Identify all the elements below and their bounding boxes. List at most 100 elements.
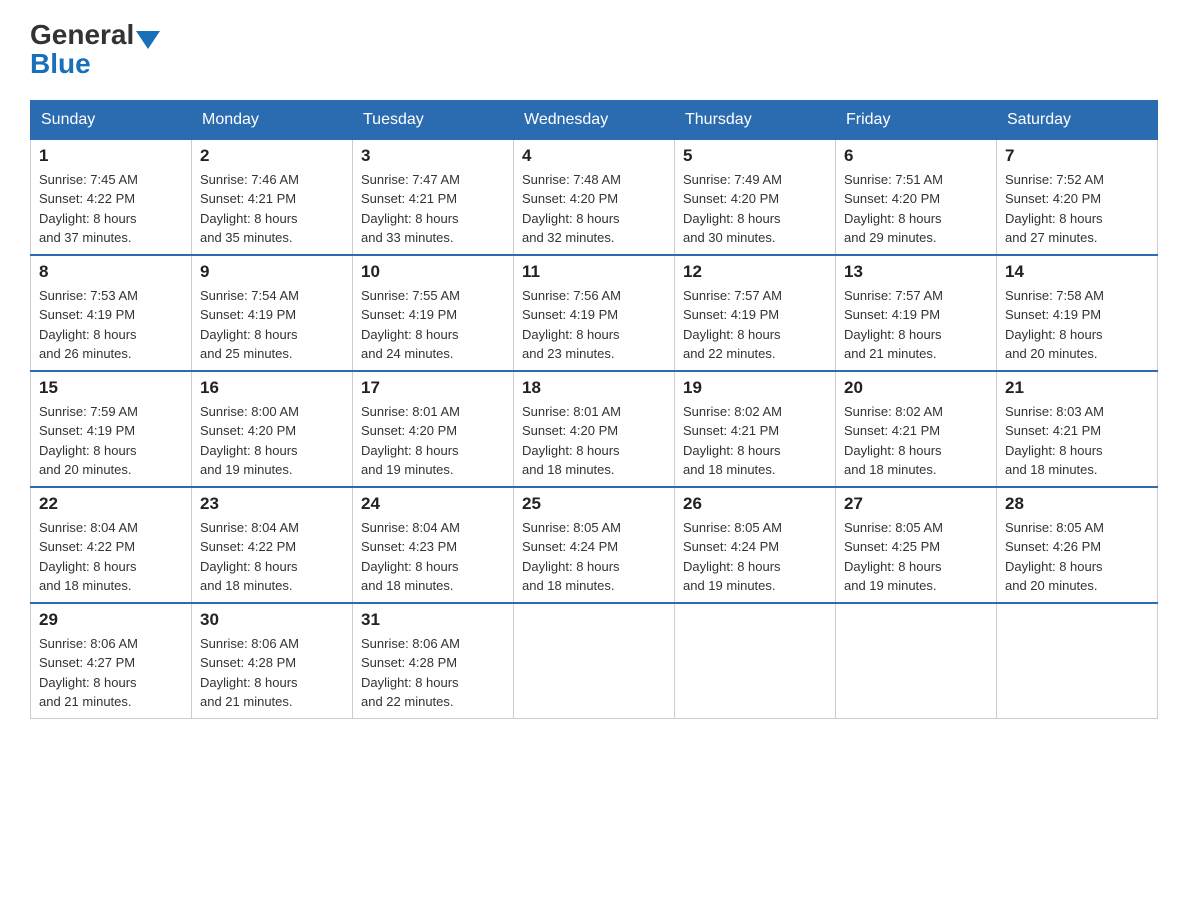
day-info: Sunrise: 8:04 AMSunset: 4:22 PMDaylight:… bbox=[200, 518, 344, 596]
day-number: 11 bbox=[522, 262, 666, 282]
calendar-day-cell: 10 Sunrise: 7:55 AMSunset: 4:19 PMDaylig… bbox=[353, 255, 514, 371]
day-number: 20 bbox=[844, 378, 988, 398]
weekday-header-thursday: Thursday bbox=[675, 100, 836, 139]
logo-general-text: General bbox=[30, 20, 134, 51]
day-number: 8 bbox=[39, 262, 183, 282]
calendar-day-cell: 27 Sunrise: 8:05 AMSunset: 4:25 PMDaylig… bbox=[836, 487, 997, 603]
calendar-day-cell: 19 Sunrise: 8:02 AMSunset: 4:21 PMDaylig… bbox=[675, 371, 836, 487]
day-number: 6 bbox=[844, 146, 988, 166]
calendar-empty-cell bbox=[836, 603, 997, 719]
day-number: 1 bbox=[39, 146, 183, 166]
calendar-day-cell: 20 Sunrise: 8:02 AMSunset: 4:21 PMDaylig… bbox=[836, 371, 997, 487]
day-info: Sunrise: 7:48 AMSunset: 4:20 PMDaylight:… bbox=[522, 170, 666, 248]
day-number: 26 bbox=[683, 494, 827, 514]
weekday-header-wednesday: Wednesday bbox=[514, 100, 675, 139]
day-number: 23 bbox=[200, 494, 344, 514]
day-info: Sunrise: 7:57 AMSunset: 4:19 PMDaylight:… bbox=[683, 286, 827, 364]
calendar-day-cell: 17 Sunrise: 8:01 AMSunset: 4:20 PMDaylig… bbox=[353, 371, 514, 487]
day-info: Sunrise: 8:06 AMSunset: 4:28 PMDaylight:… bbox=[200, 634, 344, 712]
calendar-day-cell: 9 Sunrise: 7:54 AMSunset: 4:19 PMDayligh… bbox=[192, 255, 353, 371]
day-info: Sunrise: 7:49 AMSunset: 4:20 PMDaylight:… bbox=[683, 170, 827, 248]
calendar-day-cell: 4 Sunrise: 7:48 AMSunset: 4:20 PMDayligh… bbox=[514, 139, 675, 255]
calendar-day-cell: 13 Sunrise: 7:57 AMSunset: 4:19 PMDaylig… bbox=[836, 255, 997, 371]
calendar-day-cell: 23 Sunrise: 8:04 AMSunset: 4:22 PMDaylig… bbox=[192, 487, 353, 603]
calendar-day-cell: 24 Sunrise: 8:04 AMSunset: 4:23 PMDaylig… bbox=[353, 487, 514, 603]
calendar-table: SundayMondayTuesdayWednesdayThursdayFrid… bbox=[30, 100, 1158, 719]
weekday-header-friday: Friday bbox=[836, 100, 997, 139]
weekday-header-monday: Monday bbox=[192, 100, 353, 139]
calendar-day-cell: 2 Sunrise: 7:46 AMSunset: 4:21 PMDayligh… bbox=[192, 139, 353, 255]
calendar-empty-cell bbox=[997, 603, 1158, 719]
day-info: Sunrise: 7:58 AMSunset: 4:19 PMDaylight:… bbox=[1005, 286, 1149, 364]
day-number: 27 bbox=[844, 494, 988, 514]
day-number: 15 bbox=[39, 378, 183, 398]
day-info: Sunrise: 7:56 AMSunset: 4:19 PMDaylight:… bbox=[522, 286, 666, 364]
calendar-day-cell: 1 Sunrise: 7:45 AMSunset: 4:22 PMDayligh… bbox=[31, 139, 192, 255]
day-number: 17 bbox=[361, 378, 505, 398]
day-info: Sunrise: 7:59 AMSunset: 4:19 PMDaylight:… bbox=[39, 402, 183, 480]
day-number: 29 bbox=[39, 610, 183, 630]
day-info: Sunrise: 8:01 AMSunset: 4:20 PMDaylight:… bbox=[361, 402, 505, 480]
calendar-day-cell: 14 Sunrise: 7:58 AMSunset: 4:19 PMDaylig… bbox=[997, 255, 1158, 371]
calendar-day-cell: 25 Sunrise: 8:05 AMSunset: 4:24 PMDaylig… bbox=[514, 487, 675, 603]
day-info: Sunrise: 8:02 AMSunset: 4:21 PMDaylight:… bbox=[844, 402, 988, 480]
calendar-day-cell: 5 Sunrise: 7:49 AMSunset: 4:20 PMDayligh… bbox=[675, 139, 836, 255]
day-number: 18 bbox=[522, 378, 666, 398]
weekday-header-sunday: Sunday bbox=[31, 100, 192, 139]
calendar-day-cell: 30 Sunrise: 8:06 AMSunset: 4:28 PMDaylig… bbox=[192, 603, 353, 719]
day-info: Sunrise: 7:54 AMSunset: 4:19 PMDaylight:… bbox=[200, 286, 344, 364]
calendar-day-cell: 26 Sunrise: 8:05 AMSunset: 4:24 PMDaylig… bbox=[675, 487, 836, 603]
day-info: Sunrise: 7:45 AMSunset: 4:22 PMDaylight:… bbox=[39, 170, 183, 248]
calendar-day-cell: 28 Sunrise: 8:05 AMSunset: 4:26 PMDaylig… bbox=[997, 487, 1158, 603]
calendar-day-cell: 21 Sunrise: 8:03 AMSunset: 4:21 PMDaylig… bbox=[997, 371, 1158, 487]
day-number: 28 bbox=[1005, 494, 1149, 514]
day-info: Sunrise: 7:52 AMSunset: 4:20 PMDaylight:… bbox=[1005, 170, 1149, 248]
day-info: Sunrise: 8:06 AMSunset: 4:27 PMDaylight:… bbox=[39, 634, 183, 712]
day-number: 12 bbox=[683, 262, 827, 282]
calendar-day-cell: 15 Sunrise: 7:59 AMSunset: 4:19 PMDaylig… bbox=[31, 371, 192, 487]
day-info: Sunrise: 7:53 AMSunset: 4:19 PMDaylight:… bbox=[39, 286, 183, 364]
day-info: Sunrise: 8:05 AMSunset: 4:24 PMDaylight:… bbox=[522, 518, 666, 596]
calendar-week-row: 1 Sunrise: 7:45 AMSunset: 4:22 PMDayligh… bbox=[31, 139, 1158, 255]
calendar-day-cell: 8 Sunrise: 7:53 AMSunset: 4:19 PMDayligh… bbox=[31, 255, 192, 371]
day-info: Sunrise: 8:00 AMSunset: 4:20 PMDaylight:… bbox=[200, 402, 344, 480]
day-number: 4 bbox=[522, 146, 666, 166]
calendar-empty-cell bbox=[675, 603, 836, 719]
calendar-day-cell: 7 Sunrise: 7:52 AMSunset: 4:20 PMDayligh… bbox=[997, 139, 1158, 255]
day-info: Sunrise: 8:05 AMSunset: 4:24 PMDaylight:… bbox=[683, 518, 827, 596]
day-number: 22 bbox=[39, 494, 183, 514]
calendar-empty-cell bbox=[514, 603, 675, 719]
day-number: 24 bbox=[361, 494, 505, 514]
day-number: 30 bbox=[200, 610, 344, 630]
calendar-week-row: 8 Sunrise: 7:53 AMSunset: 4:19 PMDayligh… bbox=[31, 255, 1158, 371]
day-info: Sunrise: 8:06 AMSunset: 4:28 PMDaylight:… bbox=[361, 634, 505, 712]
logo-blue-text: Blue bbox=[30, 49, 91, 80]
calendar-day-cell: 16 Sunrise: 8:00 AMSunset: 4:20 PMDaylig… bbox=[192, 371, 353, 487]
day-number: 16 bbox=[200, 378, 344, 398]
calendar-week-row: 15 Sunrise: 7:59 AMSunset: 4:19 PMDaylig… bbox=[31, 371, 1158, 487]
day-number: 3 bbox=[361, 146, 505, 166]
day-info: Sunrise: 8:05 AMSunset: 4:25 PMDaylight:… bbox=[844, 518, 988, 596]
day-number: 7 bbox=[1005, 146, 1149, 166]
day-number: 19 bbox=[683, 378, 827, 398]
day-info: Sunrise: 7:47 AMSunset: 4:21 PMDaylight:… bbox=[361, 170, 505, 248]
weekday-header-saturday: Saturday bbox=[997, 100, 1158, 139]
day-number: 25 bbox=[522, 494, 666, 514]
day-info: Sunrise: 7:51 AMSunset: 4:20 PMDaylight:… bbox=[844, 170, 988, 248]
day-info: Sunrise: 8:04 AMSunset: 4:22 PMDaylight:… bbox=[39, 518, 183, 596]
day-number: 14 bbox=[1005, 262, 1149, 282]
day-number: 2 bbox=[200, 146, 344, 166]
calendar-day-cell: 12 Sunrise: 7:57 AMSunset: 4:19 PMDaylig… bbox=[675, 255, 836, 371]
calendar-day-cell: 6 Sunrise: 7:51 AMSunset: 4:20 PMDayligh… bbox=[836, 139, 997, 255]
day-info: Sunrise: 8:04 AMSunset: 4:23 PMDaylight:… bbox=[361, 518, 505, 596]
day-number: 9 bbox=[200, 262, 344, 282]
day-number: 31 bbox=[361, 610, 505, 630]
weekday-header-tuesday: Tuesday bbox=[353, 100, 514, 139]
day-number: 5 bbox=[683, 146, 827, 166]
day-number: 21 bbox=[1005, 378, 1149, 398]
calendar-week-row: 29 Sunrise: 8:06 AMSunset: 4:27 PMDaylig… bbox=[31, 603, 1158, 719]
day-info: Sunrise: 8:01 AMSunset: 4:20 PMDaylight:… bbox=[522, 402, 666, 480]
calendar-day-cell: 18 Sunrise: 8:01 AMSunset: 4:20 PMDaylig… bbox=[514, 371, 675, 487]
day-info: Sunrise: 8:05 AMSunset: 4:26 PMDaylight:… bbox=[1005, 518, 1149, 596]
logo: General Blue bbox=[30, 20, 162, 80]
